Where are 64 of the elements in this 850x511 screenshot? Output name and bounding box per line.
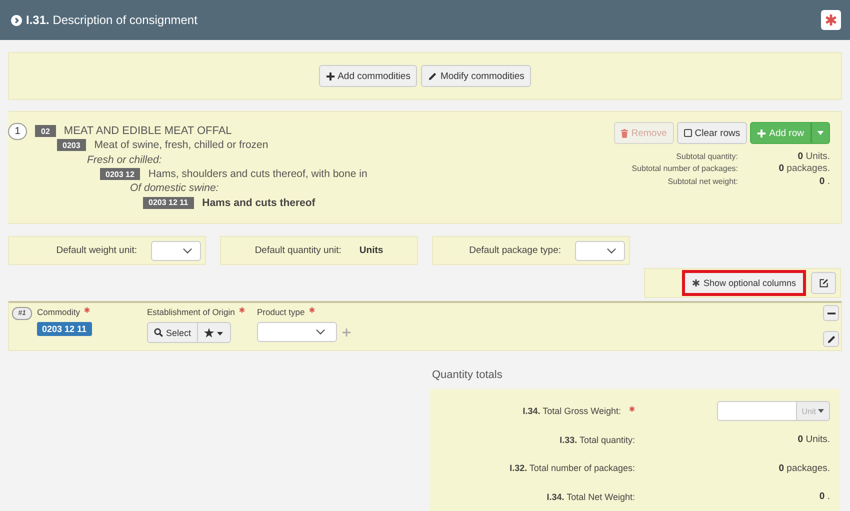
total-value: 0 Units. bbox=[798, 434, 830, 446]
total-value: 0 packages. bbox=[778, 462, 830, 474]
clear-rows-button[interactable]: Clear rows bbox=[676, 122, 748, 144]
toolbar-button[interactable]: Modify commodities bbox=[421, 65, 532, 87]
code-tag: 0203 12 11 bbox=[142, 196, 194, 209]
subtotal-label: Subtotal net weight: bbox=[666, 176, 738, 186]
plus-icon bbox=[326, 72, 335, 80]
subtotal-label: Subtotal number of packages: bbox=[630, 164, 738, 174]
asterisk-icon bbox=[692, 279, 700, 287]
subtotal-value: 0 packages. bbox=[778, 163, 830, 174]
totals-heading: Quantity totals bbox=[431, 369, 504, 381]
commodity-number: 1 bbox=[8, 123, 27, 140]
toolbar-button[interactable]: Add commodities bbox=[318, 65, 418, 87]
setting-label: Default package type: bbox=[469, 245, 561, 256]
setting-label: Default quantity unit: bbox=[254, 245, 342, 256]
commodity-description: Fresh or chilled: bbox=[86, 154, 162, 166]
total-value: 0 . bbox=[819, 491, 830, 502]
gross-weight-input[interactable] bbox=[716, 401, 797, 422]
total-label: I.33. Total quantity: bbox=[560, 434, 635, 445]
edit-row-button[interactable] bbox=[823, 331, 839, 347]
show-optional-columns-button[interactable]: Show optional columns bbox=[682, 270, 806, 296]
chevron-down-icon bbox=[182, 248, 192, 254]
select-button[interactable]: Select bbox=[147, 322, 198, 343]
column-heading: Product type bbox=[257, 307, 305, 317]
total-label: I.34. Total Net Weight: bbox=[546, 492, 635, 502]
commodity-description: Hams, shoulders and cuts thereof, with bone in bbox=[148, 168, 368, 180]
edit-icon bbox=[818, 278, 828, 288]
commodity-code-tag: 0203 12 11 bbox=[37, 322, 92, 336]
subtotal-value: 0 Units. bbox=[796, 150, 830, 162]
remove-row-button[interactable] bbox=[823, 305, 839, 321]
chevron-down-icon bbox=[316, 329, 324, 335]
setting-label: Default weight unit: bbox=[56, 245, 137, 256]
subtotal-label: Subtotal quantity: bbox=[675, 152, 738, 161]
column-heading: Establishment of Origin bbox=[147, 307, 235, 317]
commodity-description: Of domestic swine: bbox=[129, 182, 219, 194]
setting-value: Units bbox=[359, 245, 384, 256]
commodity-description: Hams and cuts thereof bbox=[202, 196, 316, 209]
asterisk-button[interactable] bbox=[821, 10, 841, 30]
edit-button[interactable] bbox=[811, 272, 836, 294]
search-icon bbox=[154, 328, 163, 337]
code-tag: 02 bbox=[35, 125, 56, 138]
commodity-description: MEAT AND EDIBLE MEAT OFFAL bbox=[64, 125, 232, 138]
trash-icon bbox=[621, 128, 628, 138]
total-label: I.32. Total number of packages: bbox=[510, 463, 635, 474]
total-label: I.34. Total Gross Weight: bbox=[522, 406, 621, 416]
plus-icon[interactable] bbox=[342, 328, 351, 336]
chevron-circle-icon bbox=[11, 14, 22, 26]
code-tag: 0203 12 bbox=[100, 168, 140, 180]
commodity-description: Meat of swine, fresh, chilled or frozen bbox=[94, 139, 268, 152]
star-caret-icon bbox=[204, 328, 224, 338]
subtotal-value: 0 . bbox=[818, 176, 830, 187]
column-heading: Commodity bbox=[37, 307, 80, 317]
plus-icon bbox=[757, 128, 766, 138]
dropdown-toggle[interactable] bbox=[811, 122, 830, 144]
code-tag: 0203 bbox=[56, 139, 86, 152]
pencil-icon bbox=[428, 72, 438, 80]
section-title: I.31. Description of consignment bbox=[26, 13, 198, 27]
asterisk-icon bbox=[825, 14, 837, 26]
chevron-down-icon bbox=[606, 248, 616, 254]
caret-icon bbox=[817, 131, 824, 135]
square-icon bbox=[684, 129, 692, 137]
caret-icon bbox=[818, 409, 824, 414]
pencil-icon bbox=[826, 334, 836, 344]
favorites-dropdown[interactable] bbox=[198, 322, 232, 343]
